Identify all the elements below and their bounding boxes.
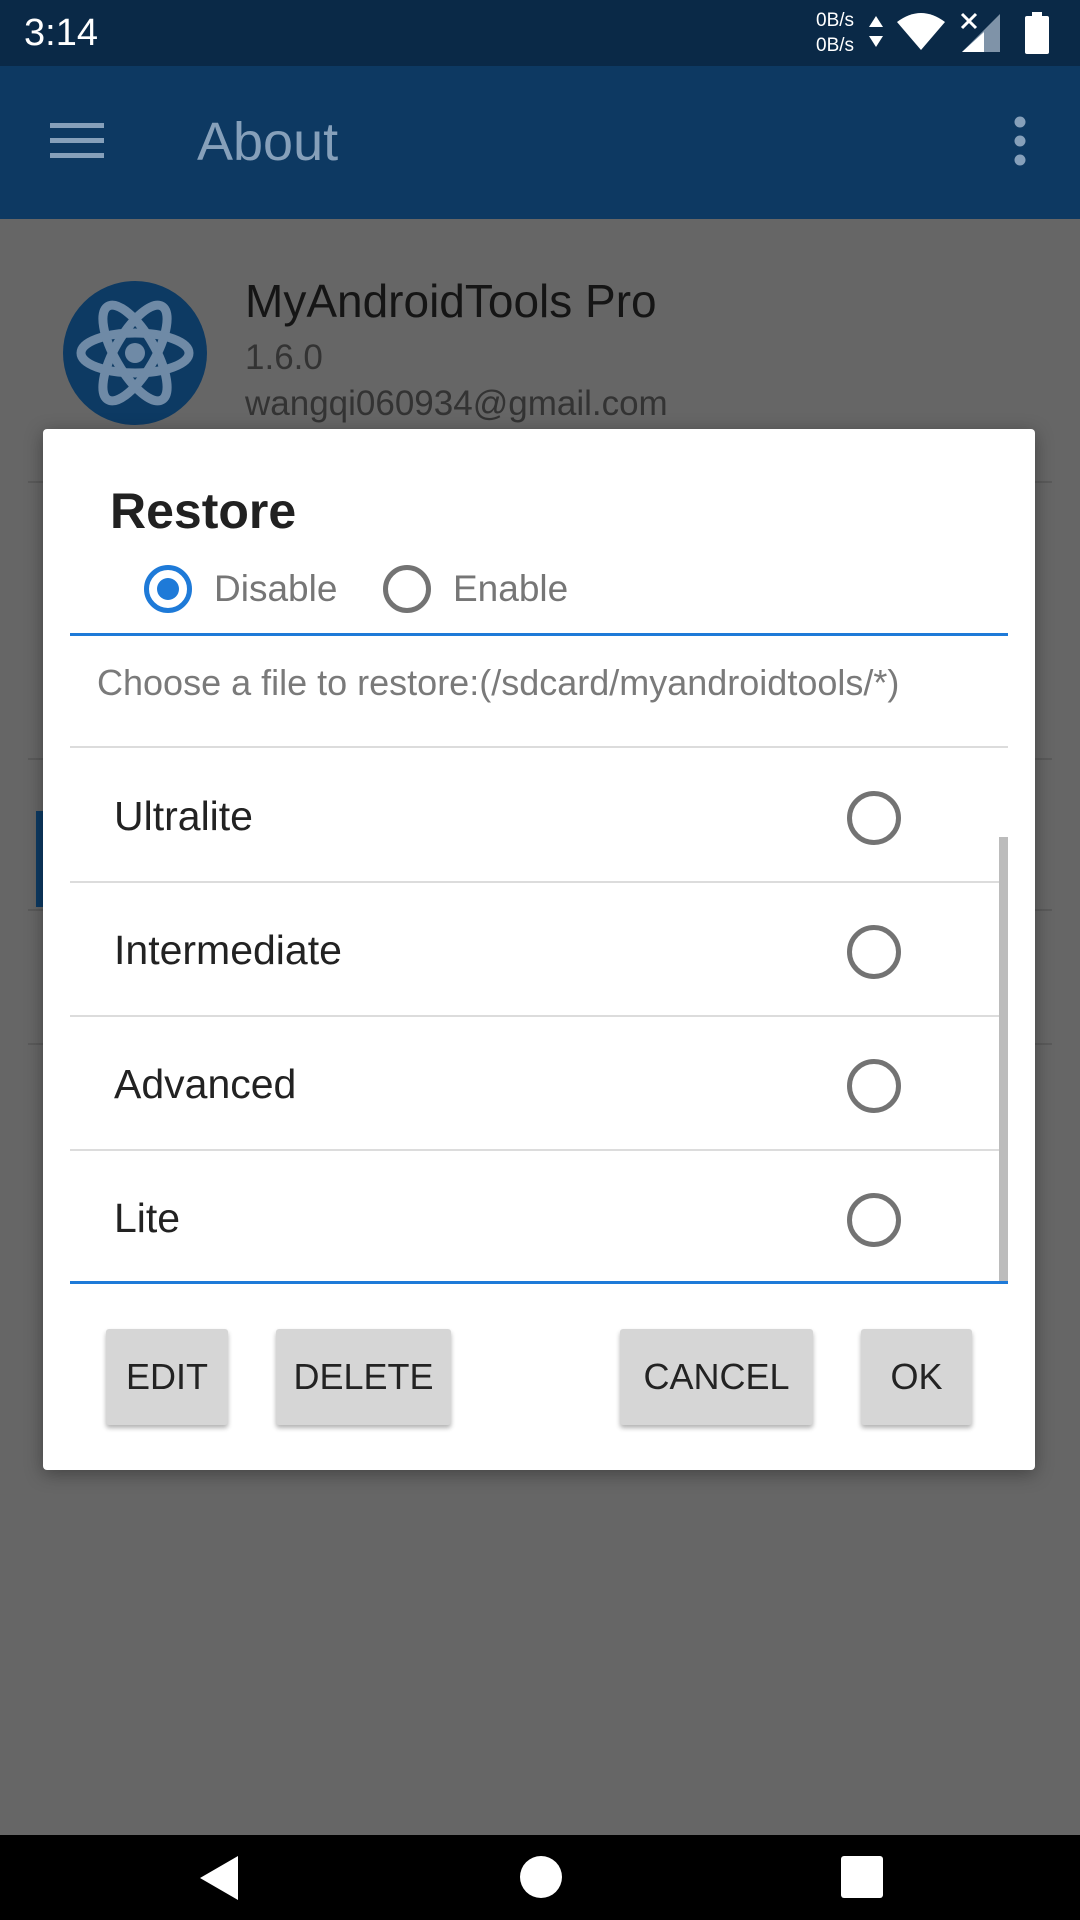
advanced-radio[interactable] xyxy=(847,1059,901,1113)
network-speed: 0B/s 0B/s xyxy=(816,8,854,58)
list-item-intermediate[interactable]: Intermediate xyxy=(70,883,1008,1017)
divider xyxy=(70,746,1008,748)
navigation-bar xyxy=(0,1835,1080,1920)
dialog-title: Restore xyxy=(110,483,297,539)
list-item-label: Advanced xyxy=(114,1061,297,1107)
menu-icon[interactable] xyxy=(50,121,104,161)
app-name: MyAndroidTools Pro xyxy=(245,275,657,327)
wifi-icon xyxy=(897,13,945,50)
enable-radio-label[interactable]: Enable xyxy=(453,567,568,611)
restore-dialog: Restore Disable Enable Choose a file to … xyxy=(43,429,1035,1470)
list-item-ultralite[interactable]: Ultralite xyxy=(70,749,1008,883)
ultralite-radio[interactable] xyxy=(847,791,901,845)
net-arrows-icon xyxy=(869,16,883,47)
signal-icon xyxy=(960,12,1000,52)
disable-radio[interactable] xyxy=(144,565,192,613)
input-underline xyxy=(70,633,1008,636)
status-bar: 3:14 0B/s 0B/s xyxy=(0,0,1080,66)
app-email: wangqi060934@gmail.com xyxy=(245,384,668,423)
status-time: 3:14 xyxy=(24,12,98,54)
battery-icon xyxy=(1025,12,1049,54)
list-item-label: Ultralite xyxy=(114,793,253,839)
edit-button[interactable]: EDIT xyxy=(106,1329,228,1425)
atom-logo-icon xyxy=(63,281,207,425)
back-icon[interactable] xyxy=(198,1855,240,1901)
lite-radio[interactable] xyxy=(847,1193,901,1247)
restore-hint: Choose a file to restore:(/sdcard/myandr… xyxy=(97,662,900,703)
scrollbar[interactable] xyxy=(999,837,1008,1281)
app-bar: About xyxy=(0,66,1080,219)
list-item-label: Lite xyxy=(114,1195,181,1241)
app-version: 1.6.0 xyxy=(245,338,323,377)
ok-button[interactable]: OK xyxy=(861,1329,972,1425)
list-underline xyxy=(70,1281,1008,1284)
delete-button[interactable]: DELETE xyxy=(276,1329,451,1425)
list-item-label: Intermediate xyxy=(114,927,342,973)
list-item-advanced[interactable]: Advanced xyxy=(70,1017,1008,1151)
disable-radio-label[interactable]: Disable xyxy=(214,567,337,611)
overflow-menu-icon[interactable] xyxy=(1010,116,1030,166)
recents-icon[interactable] xyxy=(841,1856,883,1898)
net-up-speed: 0B/s xyxy=(816,10,855,31)
home-icon[interactable] xyxy=(519,1855,563,1899)
cancel-button[interactable]: CANCEL xyxy=(620,1329,813,1425)
file-list[interactable]: Ultralite Intermediate Advanced Lite xyxy=(70,749,1008,1273)
enable-radio[interactable] xyxy=(383,565,431,613)
page-title: About xyxy=(197,112,339,172)
intermediate-radio[interactable] xyxy=(847,925,901,979)
net-down-speed: 0B/s xyxy=(816,35,855,56)
list-item-lite[interactable]: Lite xyxy=(70,1151,1008,1273)
